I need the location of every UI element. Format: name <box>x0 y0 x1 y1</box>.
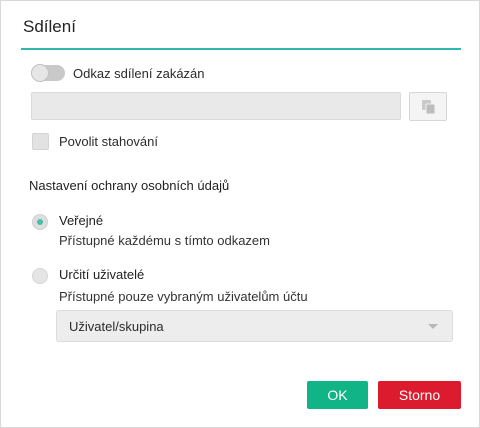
share-link-toggle[interactable] <box>31 64 65 82</box>
copy-link-button[interactable] <box>409 92 447 121</box>
radio-specific-users[interactable] <box>32 268 48 284</box>
privacy-section-title: Nastavení ochrany osobních údajů <box>29 178 230 193</box>
share-link-toggle-label: Odkaz sdílení zakázán <box>73 66 205 81</box>
copy-icon <box>422 100 436 115</box>
share-dialog: Sdílení Odkaz sdílení zakázán Povolit st… <box>0 0 480 428</box>
radio-public-label[interactable]: Veřejné <box>59 213 103 228</box>
dialog-title: Sdílení <box>23 17 76 36</box>
toggle-knob[interactable] <box>31 64 49 82</box>
user-group-select[interactable]: Uživatel/skupina <box>56 310 453 342</box>
radio-specific-users-label[interactable]: Určití uživatelé <box>59 267 144 282</box>
title-divider <box>21 48 461 50</box>
allow-download-label: Povolit stahování <box>59 134 159 149</box>
allow-download-checkbox[interactable] <box>32 133 49 150</box>
radio-public[interactable] <box>32 214 48 230</box>
ok-button[interactable]: OK <box>307 381 368 409</box>
radio-public-description: Přístupné každému s tímto odkazem <box>59 233 270 248</box>
share-link-field <box>31 92 401 120</box>
radio-specific-users-description: Přístupné pouze vybraným uživatelům účtu <box>59 289 308 304</box>
radio-selected-dot <box>37 219 43 225</box>
cancel-button[interactable]: Storno <box>378 381 461 409</box>
user-group-select-value: Uživatel/skupina <box>69 319 164 334</box>
chevron-down-icon <box>428 324 438 329</box>
